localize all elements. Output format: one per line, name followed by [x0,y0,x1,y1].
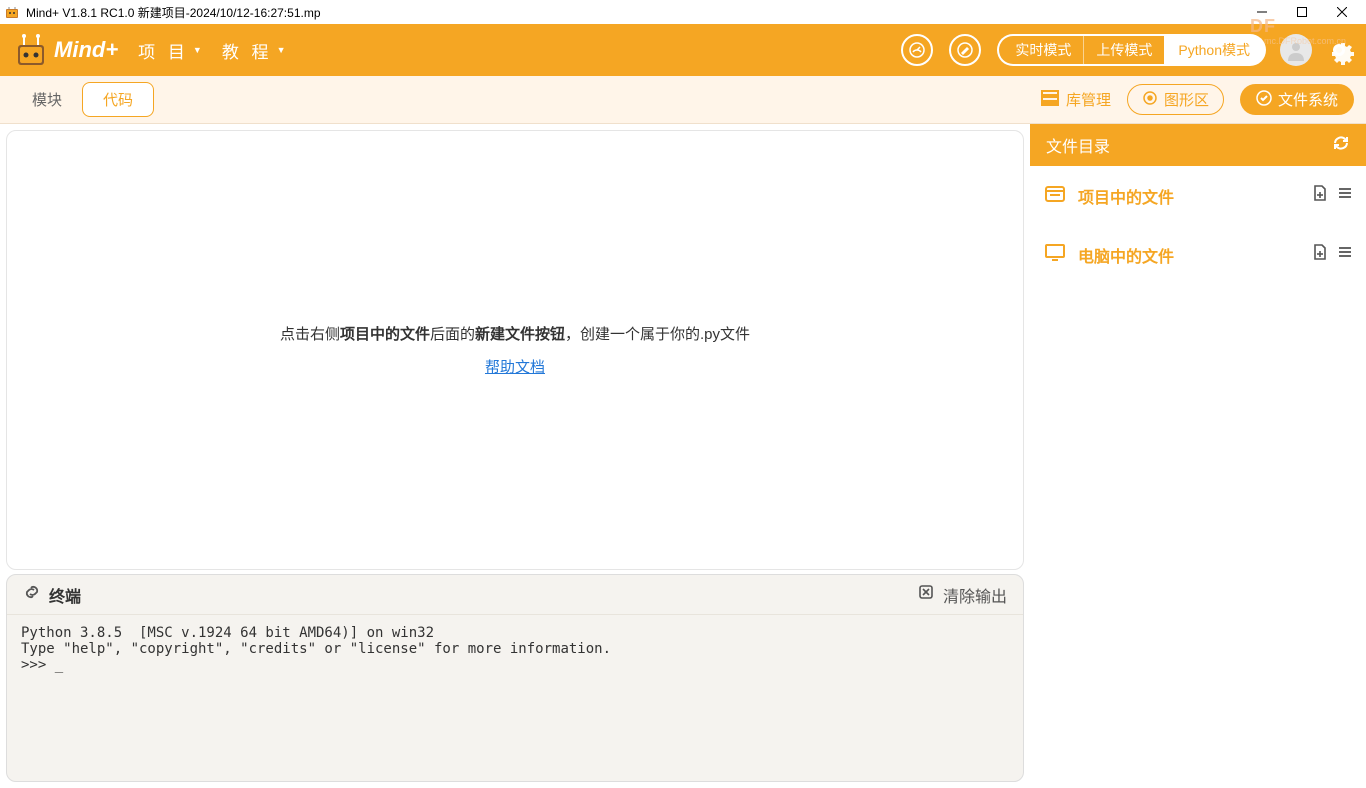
mode-upload[interactable]: 上传模式 [1083,36,1164,64]
menu-button[interactable] [1338,245,1352,264]
library-icon [1040,88,1060,112]
maximize-button[interactable] [1282,0,1322,24]
menu-tutorial-label: 教 程 [222,38,273,63]
hint-bold-2: 新建文件按钮 [475,326,565,343]
hint-bold-1: 项目中的文件 [340,326,430,343]
app-icon [4,4,20,20]
menubar: Mind+ 项 目 ▼ 教 程 ▼ 实时模式 上传模式 Python模式 [0,24,1366,76]
logo-text: Mind+ [54,37,118,63]
avatar[interactable] [1280,34,1312,66]
clear-icon [917,583,935,606]
group-computer-label: 电脑中的文件 [1078,243,1174,267]
logo: Mind+ [12,31,118,69]
computer-icon [1044,241,1066,268]
hint-pre: 点击右侧 [280,326,340,343]
terminal-title-label: 终端 [49,583,81,607]
hint-mid: 后面的 [430,326,475,343]
main-area: 点击右侧项目中的文件后面的新建文件按钮，创建一个属于你的.py文件 帮助文档 终… [0,124,1030,788]
tab-module[interactable]: 模块 [12,83,82,116]
clear-output-button[interactable]: 清除输出 [917,583,1007,607]
minimize-button[interactable] [1242,0,1282,24]
terminal-header: 终端 清除输出 [7,575,1023,615]
editor-hint: 点击右侧项目中的文件后面的新建文件按钮，创建一个属于你的.py文件 [280,323,750,344]
library-manage-button[interactable]: 库管理 [1040,88,1111,112]
dashboard-button[interactable] [901,34,933,66]
file-sidebar: 文件目录 项目中的文件 电脑中的文件 [1030,124,1366,788]
window-titlebar: Mind+ V1.8.1 RC1.0 新建项目-2024/10/12-16:27… [0,0,1366,24]
edit-button[interactable] [949,34,981,66]
menu-tutorial[interactable]: 教 程 ▼ [222,38,286,63]
terminal-title: 终端 [23,583,81,607]
menu-project-label: 项 目 [138,38,189,63]
window-title: Mind+ V1.8.1 RC1.0 新建项目-2024/10/12-16:27… [26,4,1242,21]
chevron-down-icon: ▼ [193,45,202,55]
clear-output-label: 清除输出 [943,583,1007,607]
group-project-label: 项目中的文件 [1078,184,1174,208]
menu-project[interactable]: 项 目 ▼ [138,38,202,63]
check-circle-icon [1256,90,1272,110]
toolbar: 模块 代码 库管理 图形区 文件系统 [0,76,1366,124]
group-computer-files[interactable]: 电脑中的文件 [1030,225,1366,284]
hint-post: ，创建一个属于你的.py文件 [565,326,750,343]
sidebar-header: 文件目录 [1030,124,1366,166]
help-doc-link[interactable]: 帮助文档 [485,356,545,377]
menu-button[interactable] [1338,186,1352,205]
new-file-button[interactable] [1312,243,1328,266]
logo-icon [12,31,50,69]
close-button[interactable] [1322,0,1362,24]
mode-switcher: 实时模式 上传模式 Python模式 [997,34,1266,66]
chevron-down-icon: ▼ [277,45,286,55]
mode-realtime[interactable]: 实时模式 [999,36,1083,64]
filesystem-button[interactable]: 文件系统 [1240,84,1354,115]
terminal-panel: 终端 清除输出 Python 3.8.5 [MSC v.1924 64 bit … [6,574,1024,782]
terminal-output[interactable]: Python 3.8.5 [MSC v.1924 64 bit AMD64)] … [7,615,1023,781]
workspace: 点击右侧项目中的文件后面的新建文件按钮，创建一个属于你的.py文件 帮助文档 终… [0,124,1366,788]
mode-python[interactable]: Python模式 [1164,36,1264,64]
folder-icon [1044,182,1066,209]
settings-button[interactable] [1324,35,1354,65]
link-icon [23,583,41,606]
refresh-button[interactable] [1332,134,1350,157]
tab-code[interactable]: 代码 [82,82,154,117]
graphic-area-label: 图形区 [1164,89,1209,110]
sidebar-title: 文件目录 [1046,133,1110,157]
new-file-button[interactable] [1312,184,1328,207]
graphic-area-button[interactable]: 图形区 [1127,84,1224,115]
editor-area: 点击右侧项目中的文件后面的新建文件按钮，创建一个属于你的.py文件 帮助文档 [6,130,1024,570]
target-icon [1142,90,1158,110]
filesystem-label: 文件系统 [1278,89,1338,110]
group-project-files[interactable]: 项目中的文件 [1030,166,1366,225]
library-manage-label: 库管理 [1066,89,1111,110]
